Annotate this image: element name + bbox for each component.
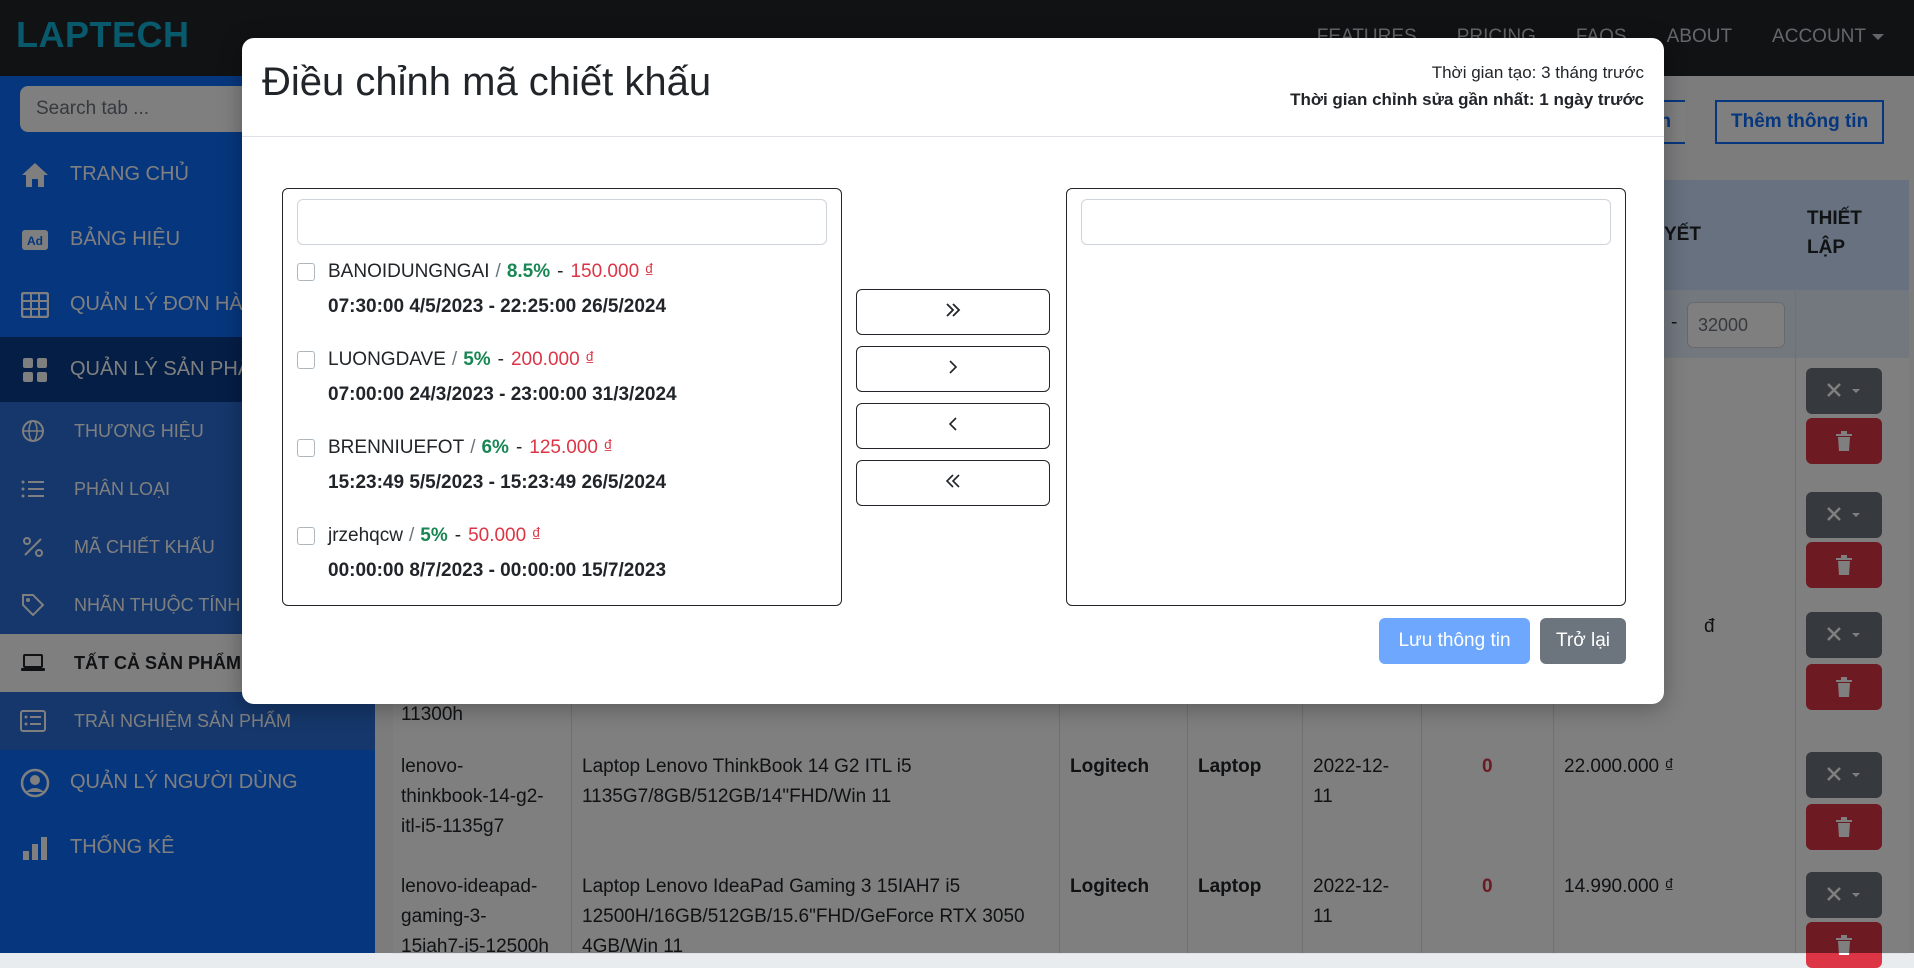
separator-dash: -: [557, 261, 564, 282]
chevron-right-icon: [944, 358, 962, 381]
modal-title: Điều chỉnh mã chiết khấu: [262, 60, 712, 104]
discount-percent: 5%: [463, 349, 491, 370]
discount-code-modal: Điều chỉnh mã chiết khấu Thời gian tạo: …: [242, 38, 1664, 704]
last-modified-time: Thời gian chỉnh sửa gần nhất: 1 ngày trư…: [1290, 90, 1644, 109]
discount-period: 07:00:00 24/3/2023 - 23:00:00 31/3/2024: [328, 384, 677, 405]
discount-code: LUONGDAVE: [328, 349, 446, 370]
move-right-button[interactable]: [856, 346, 1050, 392]
modal-divider: [242, 136, 1664, 137]
double-chevron-left-icon: [944, 472, 962, 495]
discount-code: BRENNIUEFOT: [328, 437, 465, 458]
separator-dash: -: [454, 525, 462, 546]
separator-dash: -: [515, 437, 523, 458]
separator-dash: -: [497, 349, 504, 370]
discount-summary: BANOIDUNGNGAI/8.5% -150.000 ₫: [328, 261, 654, 283]
discount-period: 00:00:00 8/7/2023 - 00:00:00 15/7/2023: [328, 560, 667, 581]
separator-slash: /: [451, 349, 458, 370]
discount-code: jrzehqcw: [328, 525, 403, 546]
left-list-search-input[interactable]: [297, 199, 827, 245]
discount-amount: 200.000 ₫: [510, 349, 595, 370]
separator-slash: /: [495, 261, 501, 282]
chevron-left-icon: [944, 415, 962, 438]
discount-period: 07:30:00 4/5/2023 - 22:25:00 26/5/2024: [328, 296, 667, 317]
move-all-left-button[interactable]: [856, 460, 1050, 506]
move-all-right-button[interactable]: [856, 289, 1050, 335]
discount-code: BANOIDUNGNGAI: [328, 261, 490, 282]
discount-summary: LUONGDAVE/5% -200.000 ₫: [328, 349, 595, 371]
discount-amount: 50.000 ₫: [468, 525, 542, 546]
discount-checkbox[interactable]: [297, 527, 315, 545]
discount-summary: jrzehqcw/5% -50.000 ₫: [328, 525, 541, 547]
double-chevron-right-icon: [944, 301, 962, 324]
available-discounts-list: BANOIDUNGNGAI/8.5% -150.000 ₫ 07:30:00 4/…: [282, 188, 842, 606]
right-list-search-input[interactable]: [1081, 199, 1611, 245]
discount-percent: 6%: [481, 437, 509, 458]
created-time: Thời gian tạo: 3 tháng trước: [1431, 63, 1644, 82]
discount-checkbox[interactable]: [297, 351, 315, 369]
discount-amount: 150.000 ₫: [570, 261, 655, 282]
save-button[interactable]: Lưu thông tin: [1379, 618, 1530, 664]
discount-percent: 5%: [420, 525, 448, 546]
selected-discounts-list: [1066, 188, 1626, 606]
separator-slash: /: [470, 437, 476, 458]
discount-percent: 8.5%: [506, 261, 551, 282]
move-left-button[interactable]: [856, 403, 1050, 449]
discount-amount: 125.000 ₫: [529, 437, 613, 458]
discount-checkbox[interactable]: [297, 263, 315, 281]
discount-summary: BRENNIUEFOT/6% -125.000 ₫: [328, 437, 613, 459]
separator-slash: /: [408, 525, 415, 546]
discount-period: 15:23:49 5/5/2023 - 15:23:49 26/5/2024: [328, 472, 667, 493]
discount-checkbox[interactable]: [297, 439, 315, 457]
back-button[interactable]: Trở lại: [1540, 618, 1626, 664]
